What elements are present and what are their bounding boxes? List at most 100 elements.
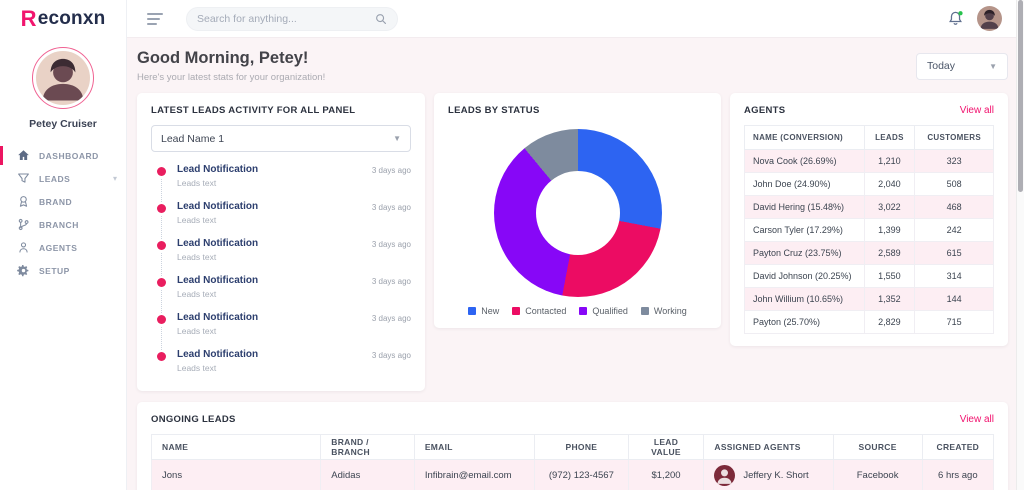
column-header: CREATED — [922, 435, 993, 460]
column-header: BRAND / BRANCH — [321, 435, 415, 460]
sidebar-menu: DASHBOARD LEADS ▾ BRAND BRANCH AGENTS SE… — [0, 144, 126, 282]
column-header: ASSIGNED AGENTS — [704, 435, 833, 460]
table-row[interactable]: Jons Adidas Infibrain@email.com (972) 12… — [152, 460, 994, 490]
list-item[interactable]: Lead Notification Leads text 3 days ago — [151, 268, 411, 305]
column-header: LEADS — [864, 126, 915, 150]
agents-card-title: AGENTS — [744, 105, 785, 116]
search-bar — [186, 7, 398, 31]
sidebar-item-leads[interactable]: LEADS ▾ — [0, 167, 126, 190]
ongoing-view-all-link[interactable]: View all — [960, 414, 994, 425]
search-input[interactable] — [197, 13, 375, 25]
table-row[interactable]: Payton (25.70%)2,829715 — [745, 311, 994, 334]
notification-time: 3 days ago — [372, 203, 411, 212]
notification-time: 3 days ago — [372, 277, 411, 286]
legend-label: Working — [654, 306, 687, 316]
legend-swatch — [641, 307, 649, 315]
column-header: SOURCE — [833, 435, 922, 460]
notification-subtitle: Leads text — [177, 215, 411, 225]
sidebar-item-branch[interactable]: BRANCH — [0, 213, 126, 236]
list-item[interactable]: Lead Notification Leads text 3 days ago — [151, 305, 411, 342]
ongoing-leads-card: ONGOING LEADS View all NAME BRAND / BRAN… — [137, 402, 1008, 490]
search-icon[interactable] — [375, 13, 387, 25]
legend-swatch — [468, 307, 476, 315]
sidebar-item-label: BRAND — [39, 197, 72, 207]
legend-item: Working — [641, 306, 687, 316]
table-row[interactable]: John Doe (24.90%)2,040508 — [745, 173, 994, 196]
sidebar-item-setup[interactable]: SETUP — [0, 259, 126, 282]
agent-name: Jeffery K. Short — [743, 470, 808, 481]
logo-text: econxn — [38, 8, 106, 30]
chevron-down-icon: ▼ — [989, 62, 997, 71]
legend-swatch — [579, 307, 587, 315]
sidebar: Reconxn Petey Cruiser DASHBOARD LEADS ▾ … — [0, 0, 127, 490]
sidebar-item-dashboard[interactable]: DASHBOARD — [0, 144, 126, 167]
column-header: NAME — [152, 435, 321, 460]
table-row[interactable]: Nova Cook (26.69%)1,210323 — [745, 150, 994, 173]
notifications-bell-icon[interactable] — [947, 10, 964, 27]
date-range-value: Today — [927, 60, 955, 72]
lead-name-select-value: Lead Name 1 — [161, 133, 224, 145]
table-row[interactable]: Carson Tyler (17.29%)1,399242 — [745, 219, 994, 242]
lead-name-select[interactable]: Lead Name 1 ▼ — [151, 125, 411, 152]
profile-avatar[interactable] — [36, 51, 90, 105]
notification-time: 3 days ago — [372, 166, 411, 175]
activity-card-title: LATEST LEADS ACTIVITY FOR ALL PANEL — [151, 105, 411, 116]
chart-legend: New Contacted Qualified Working — [448, 306, 707, 316]
legend-label: Contacted — [525, 306, 566, 316]
table-row[interactable]: Payton Cruz (23.75%)2,589615 — [745, 242, 994, 265]
leads-funnel-icon — [17, 172, 30, 185]
agents-card: AGENTS View all NAME (CONVERSION) LEADS … — [730, 93, 1008, 346]
agents-table: NAME (CONVERSION) LEADS CUSTOMERS Nova C… — [744, 125, 994, 334]
latest-leads-activity-card: LATEST LEADS ACTIVITY FOR ALL PANEL Lead… — [137, 93, 425, 391]
profile-block: Petey Cruiser — [0, 38, 126, 130]
column-header: NAME (CONVERSION) — [745, 126, 865, 150]
table-row[interactable]: David Hering (15.48%)3,022468 — [745, 196, 994, 219]
award-icon — [17, 195, 30, 208]
legend-label: New — [481, 306, 499, 316]
column-header: PHONE — [535, 435, 629, 460]
topbar-actions — [947, 6, 1002, 31]
online-badge — [958, 11, 962, 15]
scrollbar-thumb[interactable] — [1018, 0, 1023, 192]
table-row[interactable]: David Johnson (20.25%)1,550314 — [745, 265, 994, 288]
sidebar-item-agents[interactable]: AGENTS — [0, 236, 126, 259]
page-title: Good Morning, Petey! — [137, 49, 325, 68]
list-item[interactable]: Lead Notification Leads text 3 days ago — [151, 194, 411, 231]
chart-title: LEADS BY STATUS — [448, 105, 707, 116]
legend-swatch — [512, 307, 520, 315]
leads-status-donut — [494, 129, 662, 297]
column-header: LEAD VALUE — [628, 435, 704, 460]
topbar — [127, 0, 1016, 38]
notification-subtitle: Leads text — [177, 178, 411, 188]
notification-time: 3 days ago — [372, 314, 411, 323]
scrollbar[interactable] — [1016, 0, 1024, 490]
home-icon — [17, 149, 30, 162]
activity-timeline: Lead Notification Leads text 3 days ago … — [151, 157, 411, 379]
ongoing-leads-title: ONGOING LEADS — [151, 414, 236, 425]
branch-icon — [17, 218, 30, 231]
date-range-dropdown[interactable]: Today ▼ — [916, 53, 1008, 80]
notification-subtitle: Leads text — [177, 363, 411, 373]
column-header: CUSTOMERS — [915, 126, 994, 150]
notification-time: 3 days ago — [372, 351, 411, 360]
legend-item: Contacted — [512, 306, 566, 316]
notification-time: 3 days ago — [372, 240, 411, 249]
avatar — [714, 465, 735, 486]
user-avatar[interactable] — [977, 6, 1002, 31]
lead-name-link[interactable]: Jons — [152, 460, 321, 490]
list-item[interactable]: Lead Notification Leads text 3 days ago — [151, 342, 411, 379]
sidebar-item-brand[interactable]: BRAND — [0, 190, 126, 213]
list-item[interactable]: Lead Notification Leads text 3 days ago — [151, 231, 411, 268]
hamburger-menu-icon[interactable] — [147, 13, 163, 25]
agents-view-all-link[interactable]: View all — [960, 105, 994, 116]
greeting-row: Good Morning, Petey! Here's your latest … — [127, 38, 1016, 93]
table-row[interactable]: John Willium (10.65%)1,352144 — [745, 288, 994, 311]
list-item[interactable]: Lead Notification Leads text 3 days ago — [151, 157, 411, 194]
gear-icon — [17, 264, 30, 277]
legend-item: New — [468, 306, 499, 316]
sidebar-item-label: DASHBOARD — [39, 151, 99, 161]
sidebar-item-label: LEADS — [39, 174, 70, 184]
notification-subtitle: Leads text — [177, 289, 411, 299]
profile-name: Petey Cruiser — [29, 118, 97, 130]
app-logo[interactable]: Reconxn — [0, 0, 126, 38]
